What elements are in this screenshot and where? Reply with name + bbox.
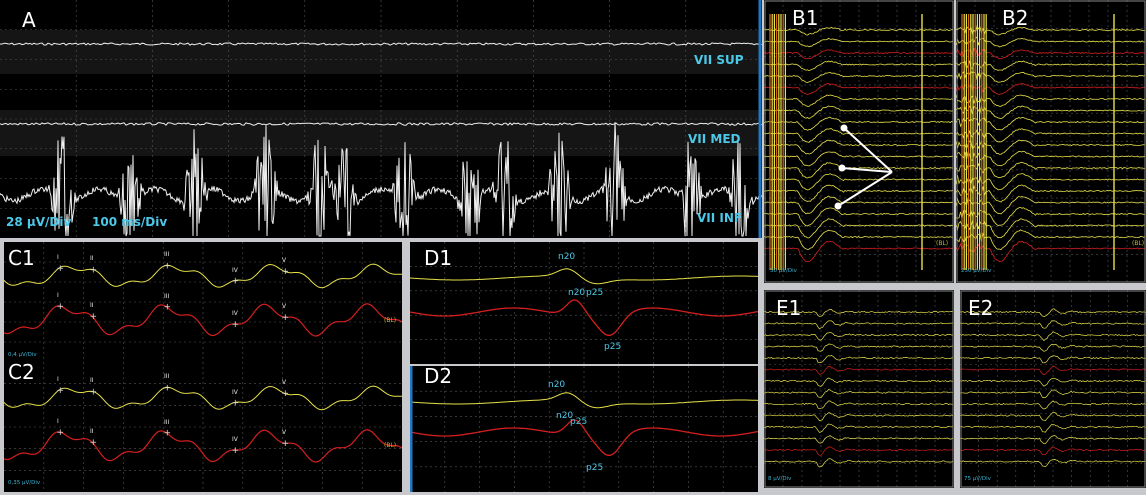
panel-c2-peak-cross: + (90, 438, 98, 448)
panel-c1-peak-cross: + (90, 265, 98, 275)
b1-scale-label: 50 µV/Div (770, 268, 797, 274)
panel-c1-peak-cross: + (282, 313, 290, 323)
c1-peak-label-yellow: I (57, 254, 59, 262)
c2-peak-label-yellow: V (282, 379, 287, 387)
c2-peak-label-yellow: IV (232, 388, 238, 396)
panel-c2-traces: + + + + + + + + + + (4, 362, 402, 492)
panel-c2-peak-cross: + (282, 439, 290, 449)
panel-d2-traces (410, 366, 758, 492)
c1-peak-label-red: IV (232, 309, 238, 317)
e1-scale-label: 8 µV/Div (768, 476, 792, 482)
c1-peak-label-yellow: II (90, 255, 94, 263)
panel-c1-peak-cross: + (57, 264, 65, 274)
panel-c1-baep: + + + + + + + + + + C1 0,4 µV/Div (BL) (4, 242, 402, 362)
b1-baseline-label: (BL) (936, 240, 949, 247)
c1-baseline-label: (BL) (384, 317, 397, 324)
c1-peak-label-red: III (164, 292, 170, 300)
c2-peak-label-red: V (282, 429, 287, 437)
panel-c1-peak-cross: + (164, 303, 172, 313)
panel-c1-traces: + + + + + + + + + + (4, 242, 402, 362)
time-scale-label: 100 ms/Div (92, 215, 168, 229)
panel-c1-peak-cross: + (232, 277, 240, 287)
panel-c1-peak-cross: + (232, 320, 240, 330)
panel-c1-peak-cross: + (57, 302, 65, 312)
panel-c2-peak-cross: + (282, 389, 290, 399)
panel-d1-traces (410, 242, 758, 364)
panel-e2-label: E2 (968, 296, 994, 320)
panel-a-label: A (22, 8, 36, 32)
panel-b2-traces (956, 0, 1146, 283)
panel-e1-label: E1 (776, 296, 802, 320)
c2-baseline-label: (BL) (384, 442, 397, 449)
c1-scale-label: 0,4 µV/Div (8, 352, 37, 358)
d2-p25-yellow-label: p25 (570, 417, 588, 427)
amplitude-scale-label: 28 µV/Div (6, 215, 72, 229)
d1-p25-yellow-label: p25 (586, 288, 604, 298)
c1-peak-label-yellow: IV (232, 266, 238, 274)
d2-p25-red-label: p25 (586, 463, 604, 473)
c2-peak-label-red: I (57, 417, 59, 425)
panel-b1-traces (764, 0, 954, 283)
panel-c1-peak-cross: + (282, 267, 290, 277)
panel-e2-responses: E2 75 µV/Div (960, 290, 1146, 488)
c1-peak-label-yellow: III (164, 251, 170, 259)
panel-c2-peak-cross: + (232, 399, 240, 409)
d1-n20-red-label: n20 (568, 288, 586, 298)
panel-c2-peak-cross: + (90, 387, 98, 397)
panel-a-freerun-emg: A VII SUP VII MED VII INF 28 µV/Div 100 … (0, 0, 762, 238)
c2-peak-label-yellow: II (90, 377, 94, 385)
channel-label-vii-inf: VII INF (697, 211, 743, 225)
c2-scale-label: 0,35 µV/Div (8, 480, 41, 486)
panel-b1-label: B1 (792, 6, 819, 30)
panel-c2-peak-cross: + (57, 428, 65, 438)
panel-d2-ssep: D2 n20 n20 p25 p25 (410, 366, 758, 492)
c2-peak-label-yellow: I (57, 376, 59, 384)
panel-c2-label: C2 (8, 362, 35, 384)
panel-c1-label: C1 (8, 246, 35, 270)
c2-peak-label-yellow: III (164, 373, 170, 381)
d1-p25-red-label: p25 (604, 342, 622, 352)
panel-d1-label: D1 (424, 246, 453, 270)
channel-label-vii-sup: VII SUP (694, 53, 744, 67)
c1-peak-label-red: V (282, 303, 287, 311)
annotation-arrow-head (838, 164, 846, 172)
b2-baseline-label: (BL) (1132, 240, 1145, 247)
c1-peak-label-yellow: V (282, 257, 287, 265)
c1-peak-label-red: II (90, 302, 94, 310)
panel-b2-label: B2 (1002, 6, 1029, 30)
panel-d1-ssep: D1 n20 n20 p25 p25 (410, 242, 758, 364)
annotation-arrow-head (840, 124, 848, 132)
d2-n20-yellow-label: n20 (548, 380, 566, 390)
panel-b2-responses: B2 250 µV/Div (BL) (956, 0, 1146, 283)
panel-c2-peak-cross: + (57, 386, 65, 396)
panel-c1-peak-cross: + (90, 312, 98, 322)
panel-e1-responses: E1 8 µV/Div (764, 290, 954, 488)
panel-c1-peak-cross: + (164, 261, 172, 271)
c2-peak-label-red: II (90, 428, 94, 436)
panel-a-traces (0, 0, 762, 238)
d1-n20-yellow-label: n20 (558, 252, 576, 262)
c1-peak-label-red: I (57, 291, 59, 299)
panel-c2-peak-cross: + (164, 429, 172, 439)
panel-c2-peak-cross: + (232, 446, 240, 456)
panel-d2-label: D2 (424, 366, 453, 388)
panel-c2-baep: + + + + + + + + + + C2 0,35 µV/Div (BL) (4, 362, 402, 492)
b2-scale-label: 250 µV/Div (961, 268, 992, 274)
panel-b1-responses: B1 50 µV/Div (BL) (764, 0, 954, 283)
c2-peak-label-red: III (164, 418, 170, 426)
annotation-arrow-head (834, 202, 842, 210)
panel-c2-peak-cross: + (164, 383, 172, 393)
channel-label-vii-med: VII MED (688, 132, 741, 146)
c2-peak-label-red: IV (232, 435, 238, 443)
e2-scale-label: 75 µV/Div (964, 476, 991, 482)
